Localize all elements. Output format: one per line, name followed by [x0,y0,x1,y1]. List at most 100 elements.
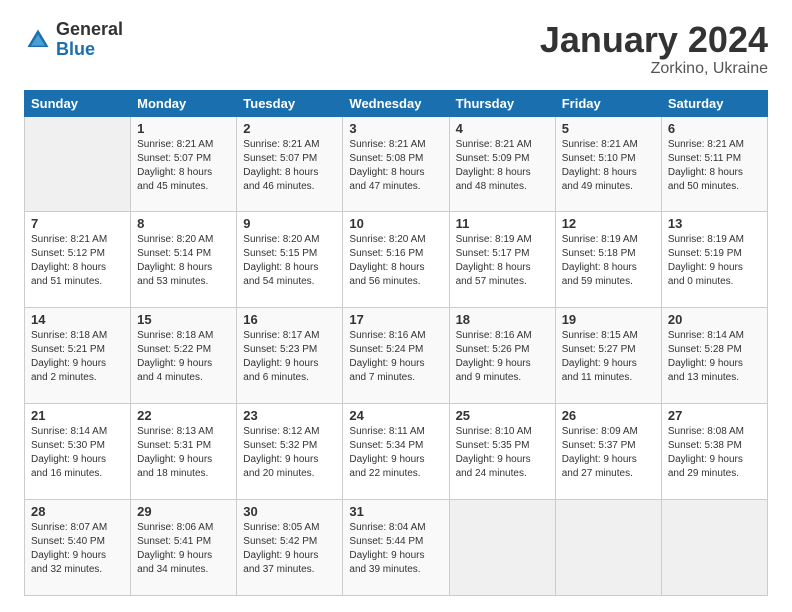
calendar-cell: 9 Sunrise: 8:20 AMSunset: 5:15 PMDaylight… [237,212,343,308]
calendar-week-row-4: 28 Sunrise: 8:07 AMSunset: 5:40 PMDayligh… [25,500,768,596]
day-info: Sunrise: 8:11 AMSunset: 5:34 PMDaylight:… [349,425,442,481]
day-number: 17 [349,312,442,327]
day-number: 13 [668,216,761,231]
calendar-cell [661,500,767,596]
calendar-cell: 1 Sunrise: 8:21 AMSunset: 5:07 PMDaylight… [131,116,237,212]
day-info: Sunrise: 8:21 AMSunset: 5:07 PMDaylight:… [243,138,336,194]
header-tuesday: Tuesday [237,90,343,116]
day-info: Sunrise: 8:18 AMSunset: 5:21 PMDaylight:… [31,329,124,385]
day-number: 21 [31,408,124,423]
calendar-cell: 30Sunrise: 8:05 AMSunset: 5:42 PMDayligh… [237,500,343,596]
calendar-cell [555,500,661,596]
location-subtitle: Zorkino, Ukraine [540,60,768,78]
day-info: Sunrise: 8:20 AMSunset: 5:16 PMDaylight:… [349,233,442,289]
day-number: 18 [456,312,549,327]
calendar-cell: 27 Sunrise: 8:08 AMSunset: 5:38 PMDayligh… [661,404,767,500]
day-number: 27 [668,408,761,423]
calendar-cell: 17 Sunrise: 8:16 AMSunset: 5:24 PMDayligh… [343,308,449,404]
day-number: 1 [137,121,230,136]
day-info: Sunrise: 8:21 AMSunset: 5:09 PMDaylight:… [456,138,549,194]
day-info: Sunrise: 8:21 AMSunset: 5:12 PMDaylight:… [31,233,124,289]
day-number: 3 [349,121,442,136]
header-thursday: Thursday [449,90,555,116]
calendar-cell: 5Sunrise: 8:21 AMSunset: 5:10 PMDaylight… [555,116,661,212]
day-info: Sunrise: 8:21 AMSunset: 5:11 PMDaylight:… [668,138,761,194]
calendar-cell [449,500,555,596]
day-info: Sunrise: 8:19 AMSunset: 5:19 PMDaylight:… [668,233,761,289]
day-number: 16 [243,312,336,327]
calendar-week-row-0: 1 Sunrise: 8:21 AMSunset: 5:07 PMDaylight… [25,116,768,212]
calendar-cell [25,116,131,212]
header-monday: Monday [131,90,237,116]
day-info: Sunrise: 8:20 AMSunset: 5:15 PMDaylight:… [243,233,336,289]
header-friday: Friday [555,90,661,116]
calendar-cell: 29 Sunrise: 8:06 AMSunset: 5:41 PMDayligh… [131,500,237,596]
calendar-cell: 7 Sunrise: 8:21 AMSunset: 5:12 PMDaylight… [25,212,131,308]
day-number: 2 [243,121,336,136]
calendar-cell: 6 Sunrise: 8:21 AMSunset: 5:11 PMDaylight… [661,116,767,212]
calendar-cell: 10Sunrise: 8:20 AMSunset: 5:16 PMDayligh… [343,212,449,308]
calendar-cell: 2 Sunrise: 8:21 AMSunset: 5:07 PMDaylight… [237,116,343,212]
title-block: January 2024 Zorkino, Ukraine [540,20,768,78]
logo-icon [24,26,52,54]
day-info: Sunrise: 8:09 AMSunset: 5:37 PMDaylight:… [562,425,655,481]
calendar-cell: 15Sunrise: 8:18 AMSunset: 5:22 PMDayligh… [131,308,237,404]
day-number: 5 [562,121,655,136]
day-info: Sunrise: 8:08 AMSunset: 5:38 PMDaylight:… [668,425,761,481]
day-number: 28 [31,504,124,519]
day-info: Sunrise: 8:21 AMSunset: 5:07 PMDaylight:… [137,138,230,194]
calendar-cell: 13 Sunrise: 8:19 AMSunset: 5:19 PMDayligh… [661,212,767,308]
day-info: Sunrise: 8:07 AMSunset: 5:40 PMDaylight:… [31,521,124,577]
calendar-cell: 3 Sunrise: 8:21 AMSunset: 5:08 PMDaylight… [343,116,449,212]
header-saturday: Saturday [661,90,767,116]
day-number: 20 [668,312,761,327]
calendar-week-row-2: 14 Sunrise: 8:18 AMSunset: 5:21 PMDayligh… [25,308,768,404]
calendar-cell: 12 Sunrise: 8:19 AMSunset: 5:18 PMDayligh… [555,212,661,308]
calendar-header-row: Sunday Monday Tuesday Wednesday Thursday… [25,90,768,116]
calendar-cell: 24Sunrise: 8:11 AMSunset: 5:34 PMDayligh… [343,404,449,500]
calendar-cell: 21 Sunrise: 8:14 AMSunset: 5:30 PMDayligh… [25,404,131,500]
calendar-cell: 8Sunrise: 8:20 AMSunset: 5:14 PMDaylight… [131,212,237,308]
calendar-week-row-1: 7 Sunrise: 8:21 AMSunset: 5:12 PMDaylight… [25,212,768,308]
day-info: Sunrise: 8:14 AMSunset: 5:30 PMDaylight:… [31,425,124,481]
day-info: Sunrise: 8:15 AMSunset: 5:27 PMDaylight:… [562,329,655,385]
header-wednesday: Wednesday [343,90,449,116]
day-number: 19 [562,312,655,327]
calendar-table: Sunday Monday Tuesday Wednesday Thursday… [24,90,768,596]
logo-general: General [56,20,123,40]
day-info: Sunrise: 8:04 AMSunset: 5:44 PMDaylight:… [349,521,442,577]
calendar-cell: 16Sunrise: 8:17 AMSunset: 5:23 PMDayligh… [237,308,343,404]
day-number: 4 [456,121,549,136]
header: General Blue January 2024 Zorkino, Ukrai… [24,20,768,78]
calendar-cell: 23Sunrise: 8:12 AMSunset: 5:32 PMDayligh… [237,404,343,500]
day-info: Sunrise: 8:16 AMSunset: 5:24 PMDaylight:… [349,329,442,385]
calendar-cell: 14 Sunrise: 8:18 AMSunset: 5:21 PMDayligh… [25,308,131,404]
page: General Blue January 2024 Zorkino, Ukrai… [0,0,792,612]
calendar-cell: 26 Sunrise: 8:09 AMSunset: 5:37 PMDayligh… [555,404,661,500]
day-number: 6 [668,121,761,136]
day-info: Sunrise: 8:18 AMSunset: 5:22 PMDaylight:… [137,329,230,385]
day-number: 7 [31,216,124,231]
day-number: 30 [243,504,336,519]
day-number: 8 [137,216,230,231]
day-number: 12 [562,216,655,231]
day-info: Sunrise: 8:19 AMSunset: 5:17 PMDaylight:… [456,233,549,289]
day-number: 9 [243,216,336,231]
calendar-cell: 22Sunrise: 8:13 AMSunset: 5:31 PMDayligh… [131,404,237,500]
calendar-cell: 20 Sunrise: 8:14 AMSunset: 5:28 PMDayligh… [661,308,767,404]
day-number: 26 [562,408,655,423]
day-number: 25 [456,408,549,423]
day-info: Sunrise: 8:19 AMSunset: 5:18 PMDaylight:… [562,233,655,289]
logo: General Blue [24,20,123,60]
day-number: 14 [31,312,124,327]
day-info: Sunrise: 8:14 AMSunset: 5:28 PMDaylight:… [668,329,761,385]
calendar-cell: 11Sunrise: 8:19 AMSunset: 5:17 PMDayligh… [449,212,555,308]
day-info: Sunrise: 8:06 AMSunset: 5:41 PMDaylight:… [137,521,230,577]
calendar-cell: 31Sunrise: 8:04 AMSunset: 5:44 PMDayligh… [343,500,449,596]
month-title: January 2024 [540,20,768,60]
calendar-cell: 25Sunrise: 8:10 AMSunset: 5:35 PMDayligh… [449,404,555,500]
day-number: 29 [137,504,230,519]
day-info: Sunrise: 8:21 AMSunset: 5:08 PMDaylight:… [349,138,442,194]
day-number: 22 [137,408,230,423]
calendar-week-row-3: 21 Sunrise: 8:14 AMSunset: 5:30 PMDayligh… [25,404,768,500]
